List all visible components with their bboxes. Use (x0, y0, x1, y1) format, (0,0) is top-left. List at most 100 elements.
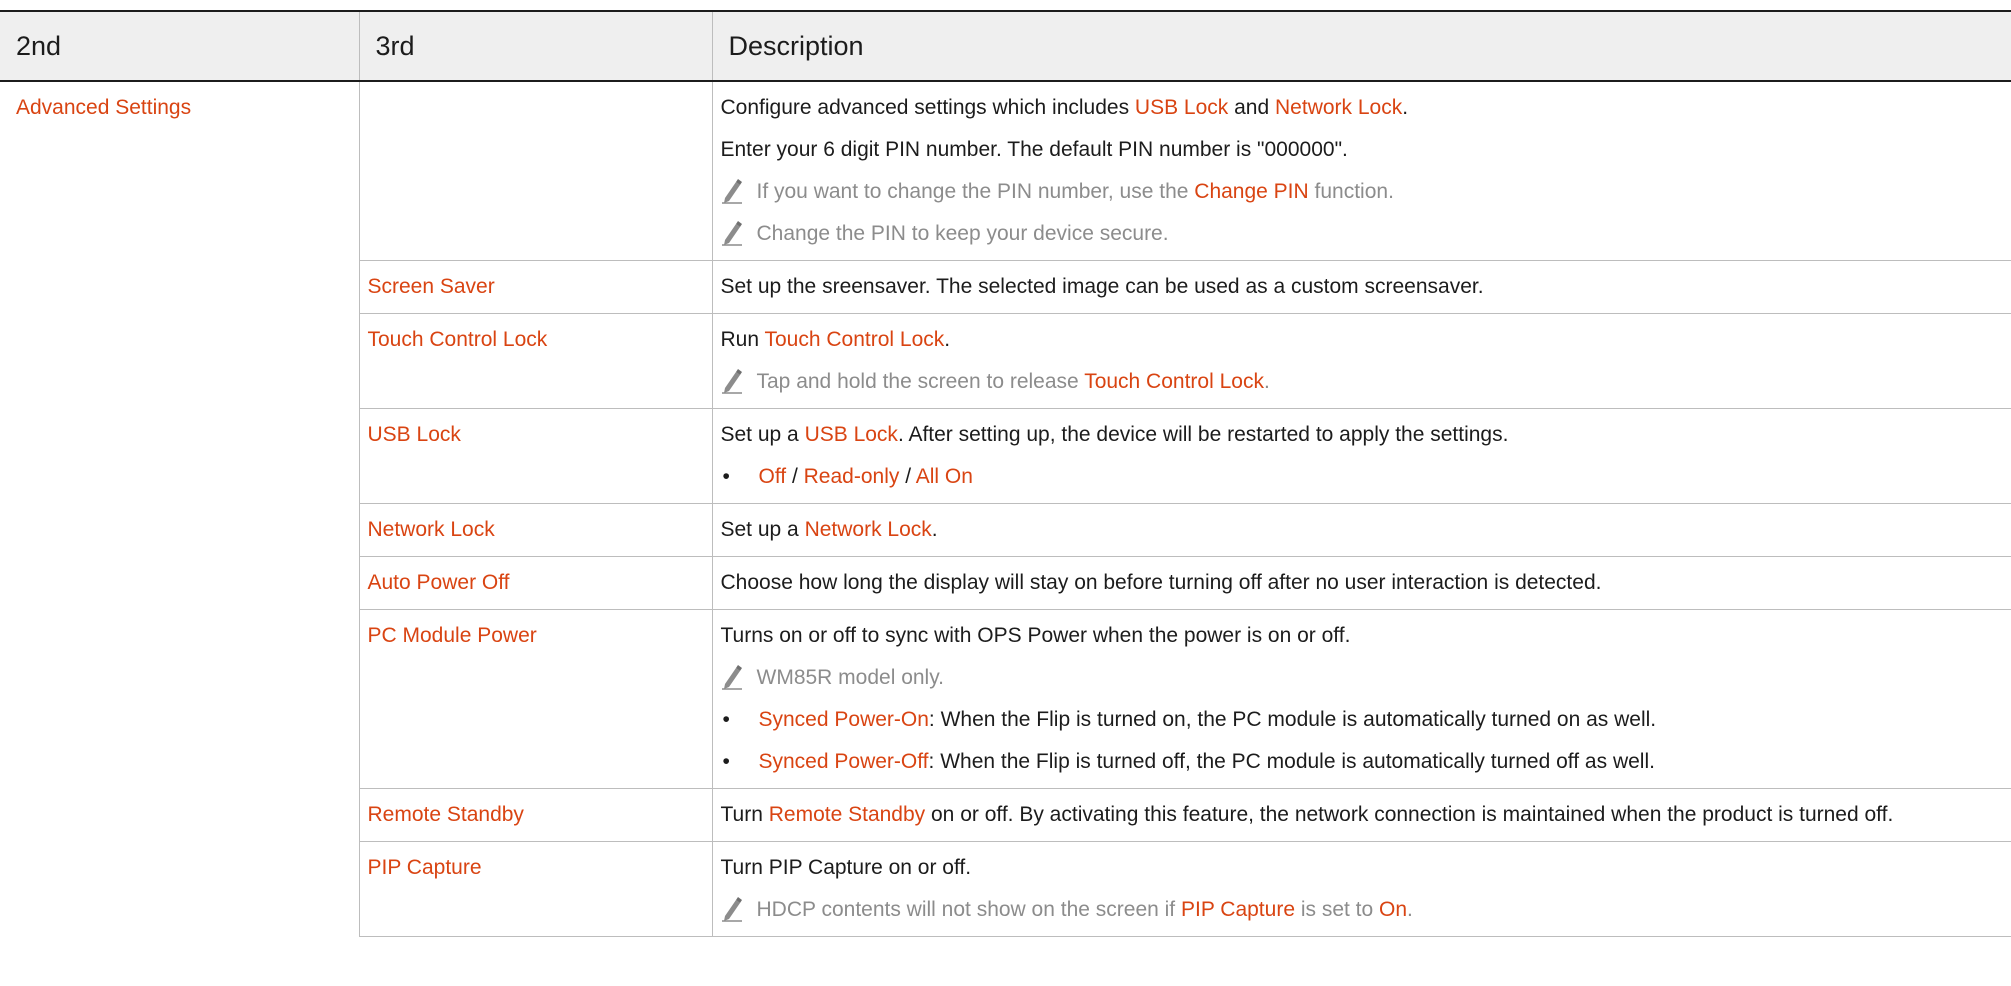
text-segment: . (944, 328, 951, 351)
pencil-icon (721, 220, 743, 246)
description-line: Choose how long the display will stay on… (721, 569, 1992, 597)
table-header-row: 2nd 3rd Description (0, 10, 2011, 82)
header-2nd: 2nd (0, 10, 359, 82)
highlight-term: All On (915, 465, 973, 488)
description-line: Turn PIP Capture on or off. (721, 854, 1992, 882)
note-text: HDCP contents will not show on the scree… (757, 896, 1413, 924)
note-line: WM85R model only. (721, 664, 1992, 692)
setting-description-cell: Set up a Network Lock. (711, 503, 2011, 557)
text-segment: . (1402, 96, 1409, 119)
highlight-term: Synced Power-On (758, 708, 929, 731)
text-segment: / (786, 465, 804, 488)
setting-name: Network Lock (367, 518, 495, 541)
text-segment: Set up the sreensaver. The selected imag… (720, 275, 1484, 298)
note-text: If you want to change the PIN number, us… (757, 178, 1394, 206)
text-segment: Run (720, 328, 765, 351)
setting-description-cell: Turn PIP Capture on or off. HDCP contents… (711, 841, 2011, 937)
setting-description-cell: Turns on or off to sync with OPS Power w… (711, 609, 2011, 789)
setting-description-cell: Run Touch Control Lock. Tap and hold the … (711, 313, 2011, 409)
text-segment: WM85R model only. (756, 666, 945, 689)
description-line: Configure advanced settings which includ… (721, 94, 1992, 122)
note-line: Change the PIN to keep your device secur… (721, 220, 1992, 248)
text-segment: Set up a (720, 423, 805, 446)
note-text: WM85R model only. (757, 664, 945, 692)
highlight-term: PIP Capture (1180, 898, 1295, 921)
text-segment: Tap and hold the screen to release (756, 370, 1085, 393)
highlight-term: Touch Control Lock (764, 328, 945, 351)
bullet-item: • Off / Read-only / All On (721, 463, 1992, 491)
settings-table: 2nd 3rd Description Advanced Settings Con… (0, 10, 2011, 937)
setting-name: Auto Power Off (367, 571, 510, 594)
description-line: Set up a USB Lock. After setting up, the… (721, 421, 1992, 449)
text-segment: : When the Flip is turned on, the PC mod… (928, 708, 1657, 731)
setting-name-cell: PIP Capture (358, 841, 712, 937)
highlight-term: Synced Power-Off (758, 750, 929, 773)
note-line: If you want to change the PIN number, us… (721, 178, 1992, 206)
setting-name: PC Module Power (367, 624, 537, 647)
highlight-term: Read-only (803, 465, 900, 488)
highlight-term: Off (758, 465, 787, 488)
text-segment: . (1263, 370, 1270, 393)
pencil-icon (721, 368, 743, 394)
text-segment: Enter your 6 digit PIN number. The defau… (720, 138, 1348, 161)
text-segment: . (931, 518, 938, 541)
setting-name: Remote Standby (367, 803, 524, 826)
bullet-text: Synced Power-On: When the Flip is turned… (759, 706, 1657, 734)
description-line: Turn Remote Standby on or off. By activa… (721, 801, 1992, 829)
bullet-item: • Synced Power-Off: When the Flip is turn… (721, 748, 1992, 776)
note-text: Change the PIN to keep your device secur… (757, 220, 1169, 248)
text-segment: Set up a (720, 518, 805, 541)
text-segment: : When the Flip is turned off, the PC mo… (928, 750, 1655, 773)
text-segment: is set to (1295, 898, 1380, 921)
text-segment: Turn (720, 803, 769, 826)
group-cell: Advanced Settings (0, 81, 359, 937)
text-segment: Configure advanced settings which includ… (720, 96, 1135, 119)
note-line: Tap and hold the screen to release Touch… (721, 368, 1992, 396)
bullet-dot: • (722, 708, 730, 731)
setting-name: PIP Capture (367, 856, 482, 879)
bullet-text: Synced Power-Off: When the Flip is turne… (759, 748, 1655, 776)
description-line: Set up a Network Lock. (721, 516, 1992, 544)
setting-description-cell: Turn Remote Standby on or off. By activa… (711, 788, 2011, 842)
table-row: Advanced Settings Configure advanced sett… (0, 81, 2011, 261)
highlight-term: Network Lock (804, 518, 932, 541)
setting-description-cell: Set up the sreensaver. The selected imag… (711, 260, 2011, 314)
setting-description-cell: Choose how long the display will stay on… (711, 556, 2011, 610)
bullet-dot: • (722, 465, 730, 488)
text-segment: / (899, 465, 916, 488)
text-segment: Turns on or off to sync with OPS Power w… (720, 624, 1351, 647)
text-segment: If you want to change the PIN number, us… (756, 180, 1195, 203)
group-label: Advanced Settings (16, 96, 192, 119)
description-line: Run Touch Control Lock. (721, 326, 1992, 354)
text-segment: HDCP contents will not show on the scree… (756, 898, 1181, 921)
text-segment: Change the PIN to keep your device secur… (756, 222, 1169, 245)
description-line: Set up the sreensaver. The selected imag… (721, 273, 1992, 301)
header-description: Description (711, 10, 2011, 82)
setting-name-cell: Screen Saver (358, 260, 712, 314)
description-line: Enter your 6 digit PIN number. The defau… (721, 136, 1992, 164)
setting-name-cell (358, 81, 712, 261)
note-text: Tap and hold the screen to release Touch… (757, 368, 1270, 396)
setting-name: Screen Saver (367, 275, 495, 298)
note-line: HDCP contents will not show on the scree… (721, 896, 1992, 924)
bullet-text: Off / Read-only / All On (759, 463, 973, 491)
bullet-dot: • (722, 750, 730, 773)
bullet-item: • Synced Power-On: When the Flip is turne… (721, 706, 1992, 734)
highlight-term: Remote Standby (768, 803, 926, 826)
pencil-icon (721, 664, 743, 690)
setting-name: Touch Control Lock (367, 328, 548, 351)
text-segment: on or off. By activating this feature, t… (925, 803, 1894, 826)
pencil-icon (721, 178, 743, 204)
text-segment: function. (1308, 180, 1394, 203)
setting-name-cell: Network Lock (358, 503, 712, 557)
setting-name-cell: Touch Control Lock (358, 313, 712, 409)
highlight-term: Network Lock (1275, 96, 1403, 119)
setting-name: USB Lock (367, 423, 461, 446)
text-segment: . (1407, 898, 1413, 921)
setting-name-cell: Remote Standby (358, 788, 712, 842)
header-3rd: 3rd (358, 10, 712, 82)
description-line: Turns on or off to sync with OPS Power w… (721, 622, 1992, 650)
highlight-term: On (1379, 898, 1408, 921)
text-segment: and (1228, 96, 1276, 119)
setting-name-cell: USB Lock (358, 408, 712, 504)
